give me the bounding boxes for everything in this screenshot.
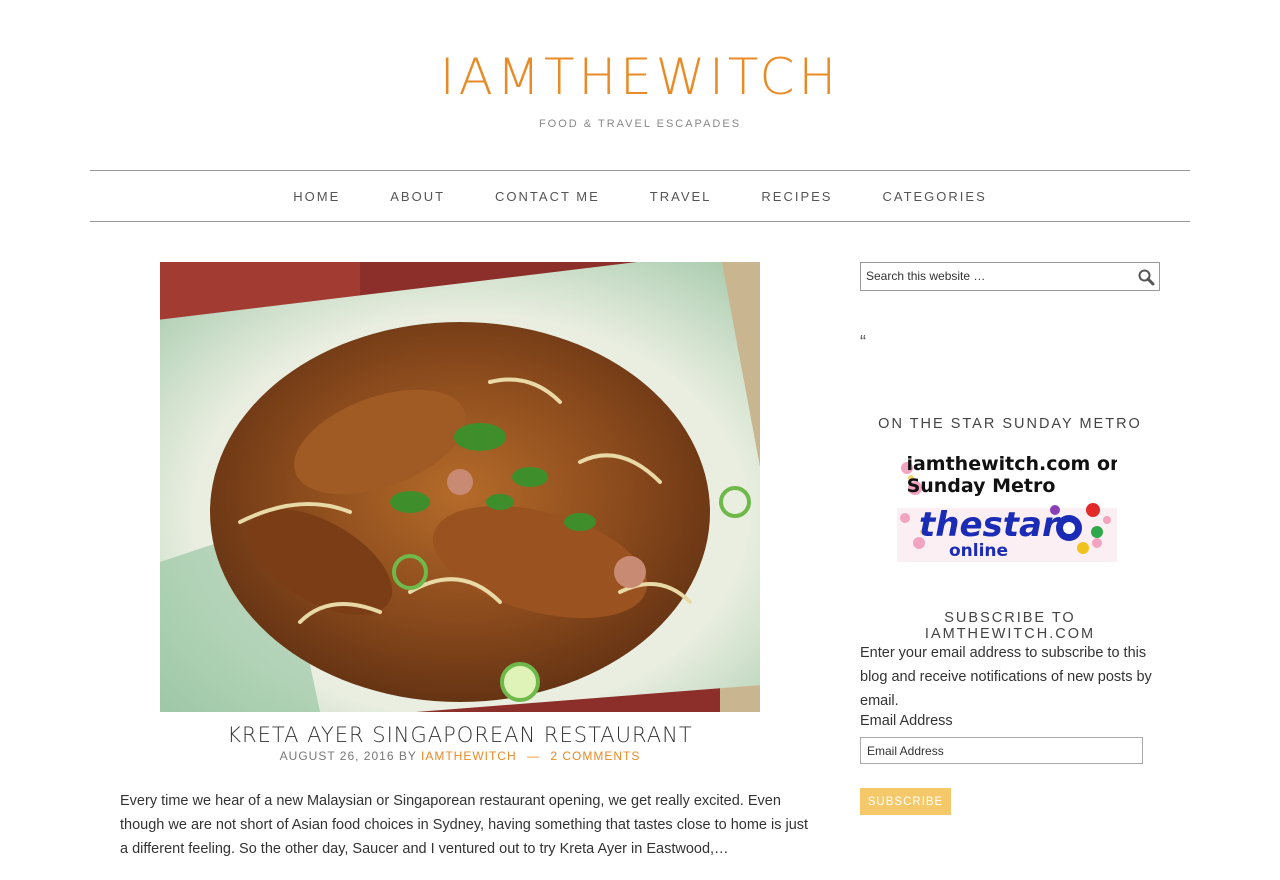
search-form bbox=[860, 262, 1160, 291]
search-input[interactable] bbox=[861, 263, 1131, 288]
quote-mark: “ bbox=[860, 332, 866, 352]
nav-item-recipes[interactable]: RECIPES bbox=[736, 189, 857, 204]
site-title[interactable]: IAMTHEWITCH bbox=[0, 44, 1280, 110]
post-author-link[interactable]: IAMTHEWITCH bbox=[421, 749, 517, 763]
subscribe-widget-title: SUBSCRIBE TO IAMTHEWITCH.COM bbox=[924, 610, 1096, 642]
nav-item-home[interactable]: HOME bbox=[268, 189, 365, 204]
post-excerpt: Every time we hear of a new Malaysian or… bbox=[120, 793, 809, 857]
badge-line-2: Sunday Metro bbox=[907, 475, 1056, 497]
post-by-label: BY bbox=[398, 749, 417, 763]
subscribe-button[interactable]: SUBSCRIBE bbox=[860, 788, 951, 815]
post-title[interactable]: KRETA AYER SINGAPOREAN RESTAURANT bbox=[90, 720, 830, 750]
post-meta: AUGUST 26, 2016 BY IAMTHEWITCH — 2 COMME… bbox=[90, 749, 830, 763]
email-label: Email Address bbox=[860, 713, 953, 729]
meta-separator: — bbox=[526, 749, 540, 763]
nav-item-contact[interactable]: CONTACT ME bbox=[470, 189, 625, 204]
email-field-wrapper bbox=[860, 737, 1143, 764]
badge-line-1: iamthewitch.com on bbox=[906, 453, 1117, 475]
email-field[interactable] bbox=[861, 738, 1143, 763]
post-comments-link[interactable]: 2 COMMENTS bbox=[550, 749, 640, 763]
main-nav: HOME ABOUT CONTACT ME TRAVEL RECIPES CAT… bbox=[90, 170, 1190, 222]
post-date: AUGUST 26, 2016 bbox=[279, 749, 395, 763]
nav-item-about[interactable]: ABOUT bbox=[365, 189, 470, 204]
post-featured-image[interactable] bbox=[160, 262, 760, 712]
site-tagline: FOOD & TRAVEL ESCAPADES bbox=[538, 118, 742, 130]
subscribe-description: Enter your email address to subscribe to… bbox=[860, 645, 1152, 709]
badge-sub: online bbox=[949, 541, 1008, 561]
nav-item-categories[interactable]: CATEGORIES bbox=[857, 189, 1011, 204]
search-icon[interactable] bbox=[1137, 268, 1155, 286]
star-sunday-metro-badge[interactable]: iamthewitch.com on Sunday Metro thestar … bbox=[897, 448, 1124, 562]
badge-brand: thestar bbox=[919, 505, 1061, 545]
nav-item-travel[interactable]: TRAVEL bbox=[625, 189, 737, 204]
star-widget-title: ON THE STAR SUNDAY METRO bbox=[878, 416, 1142, 432]
